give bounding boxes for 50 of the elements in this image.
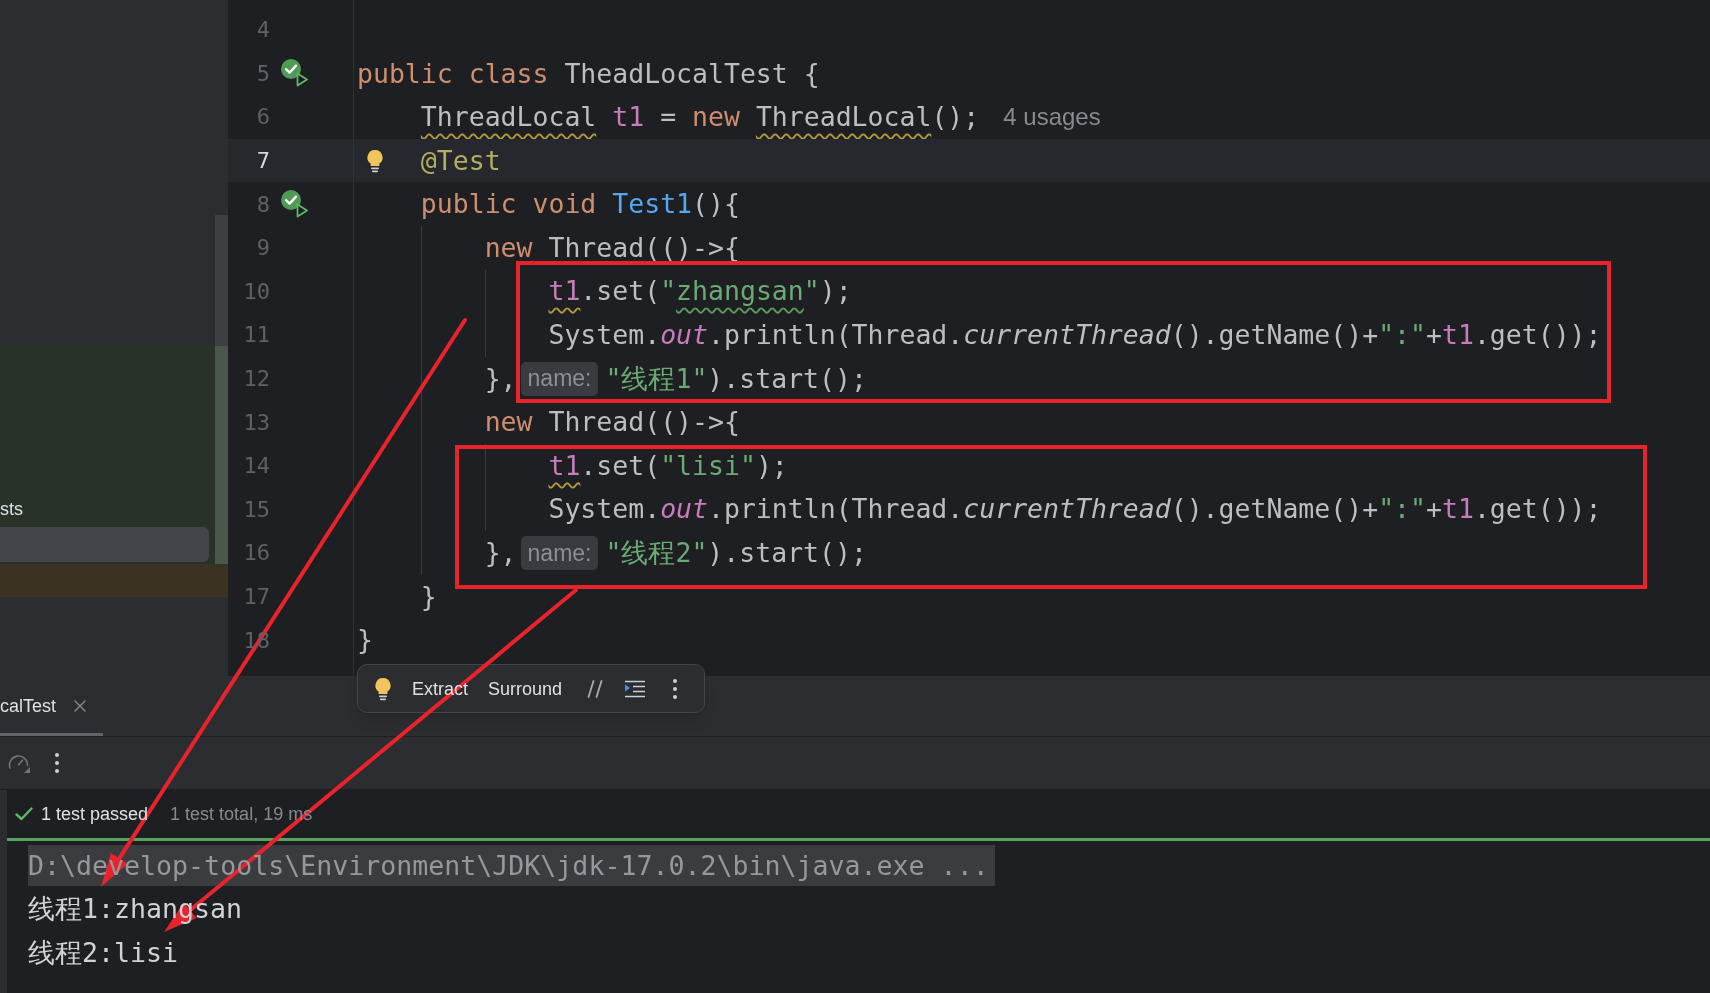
line-number: 14 [242, 452, 270, 481]
line-number: 16 [242, 539, 270, 568]
line-number: 6 [255, 103, 270, 132]
line-number: 15 [242, 495, 270, 524]
console-output-text: 线程2:lisi [28, 936, 179, 971]
code-text: public class TheadLocalTest { [357, 56, 820, 91]
code-text: }, [484, 536, 517, 571]
code-text: } [420, 579, 437, 614]
slashes-icon[interactable] [587, 679, 604, 698]
kebab-menu-icon[interactable] [672, 677, 679, 700]
lightbulb-icon[interactable] [366, 148, 384, 173]
code-text: new Thread(()->{ [484, 405, 740, 440]
line-number: 4 [255, 16, 270, 45]
code-text: "线程2").start(); [605, 536, 867, 571]
code-text: System.out.println(Thread.currentThread().getName()+":"+t1.get()); [548, 492, 1602, 527]
check-icon [15, 807, 33, 821]
tree-item[interactable]: sts [0, 491, 209, 527]
kebab-menu-icon[interactable] [54, 752, 60, 774]
line-number: 17 [242, 583, 270, 611]
code-text: @Test [420, 143, 501, 178]
parameter-name-hint: name: [520, 361, 599, 396]
line-number: 10 [242, 277, 270, 306]
code-text: public void Test1(){ [420, 187, 740, 222]
line-number: 9 [255, 234, 270, 263]
code-text: ThreadLocal t1 = new ThreadLocal(); [420, 100, 980, 135]
test-result-text: 1 test passed [41, 802, 149, 826]
usages-hint[interactable]: 4 usages [1003, 99, 1101, 135]
lightbulb-icon[interactable] [374, 676, 392, 701]
line-number: 7 [255, 147, 270, 176]
code-text: System.out.println(Thread.currentThread().getName()+":"+t1.get()); [548, 318, 1602, 353]
close-icon[interactable] [74, 700, 87, 712]
line-number: 11 [242, 321, 270, 350]
line-number: 5 [255, 59, 270, 88]
line-number: 13 [242, 408, 270, 437]
indent-lines-icon[interactable] [624, 679, 647, 698]
code-text: new Thread(()->{ [484, 230, 740, 265]
gauge-icon[interactable] [7, 752, 31, 774]
code-text: } [357, 623, 373, 658]
action-button[interactable]: Surround [488, 679, 563, 698]
scrollbar-thumb[interactable] [215, 215, 228, 564]
test-passed-run-icon[interactable] [279, 58, 309, 89]
code-text: }, [484, 361, 517, 396]
tool-window-tab[interactable]: calTest [0, 676, 104, 736]
line-number: 12 [242, 365, 270, 394]
code-text: "线程1").start(); [605, 361, 867, 396]
code-text: t1.set("lisi"); [548, 448, 788, 483]
parameter-name-hint: name: [520, 535, 599, 570]
test-passed-run-icon[interactable] [279, 189, 309, 220]
line-number: 8 [255, 190, 270, 219]
code-text: t1.set("zhangsan"); [548, 274, 852, 309]
